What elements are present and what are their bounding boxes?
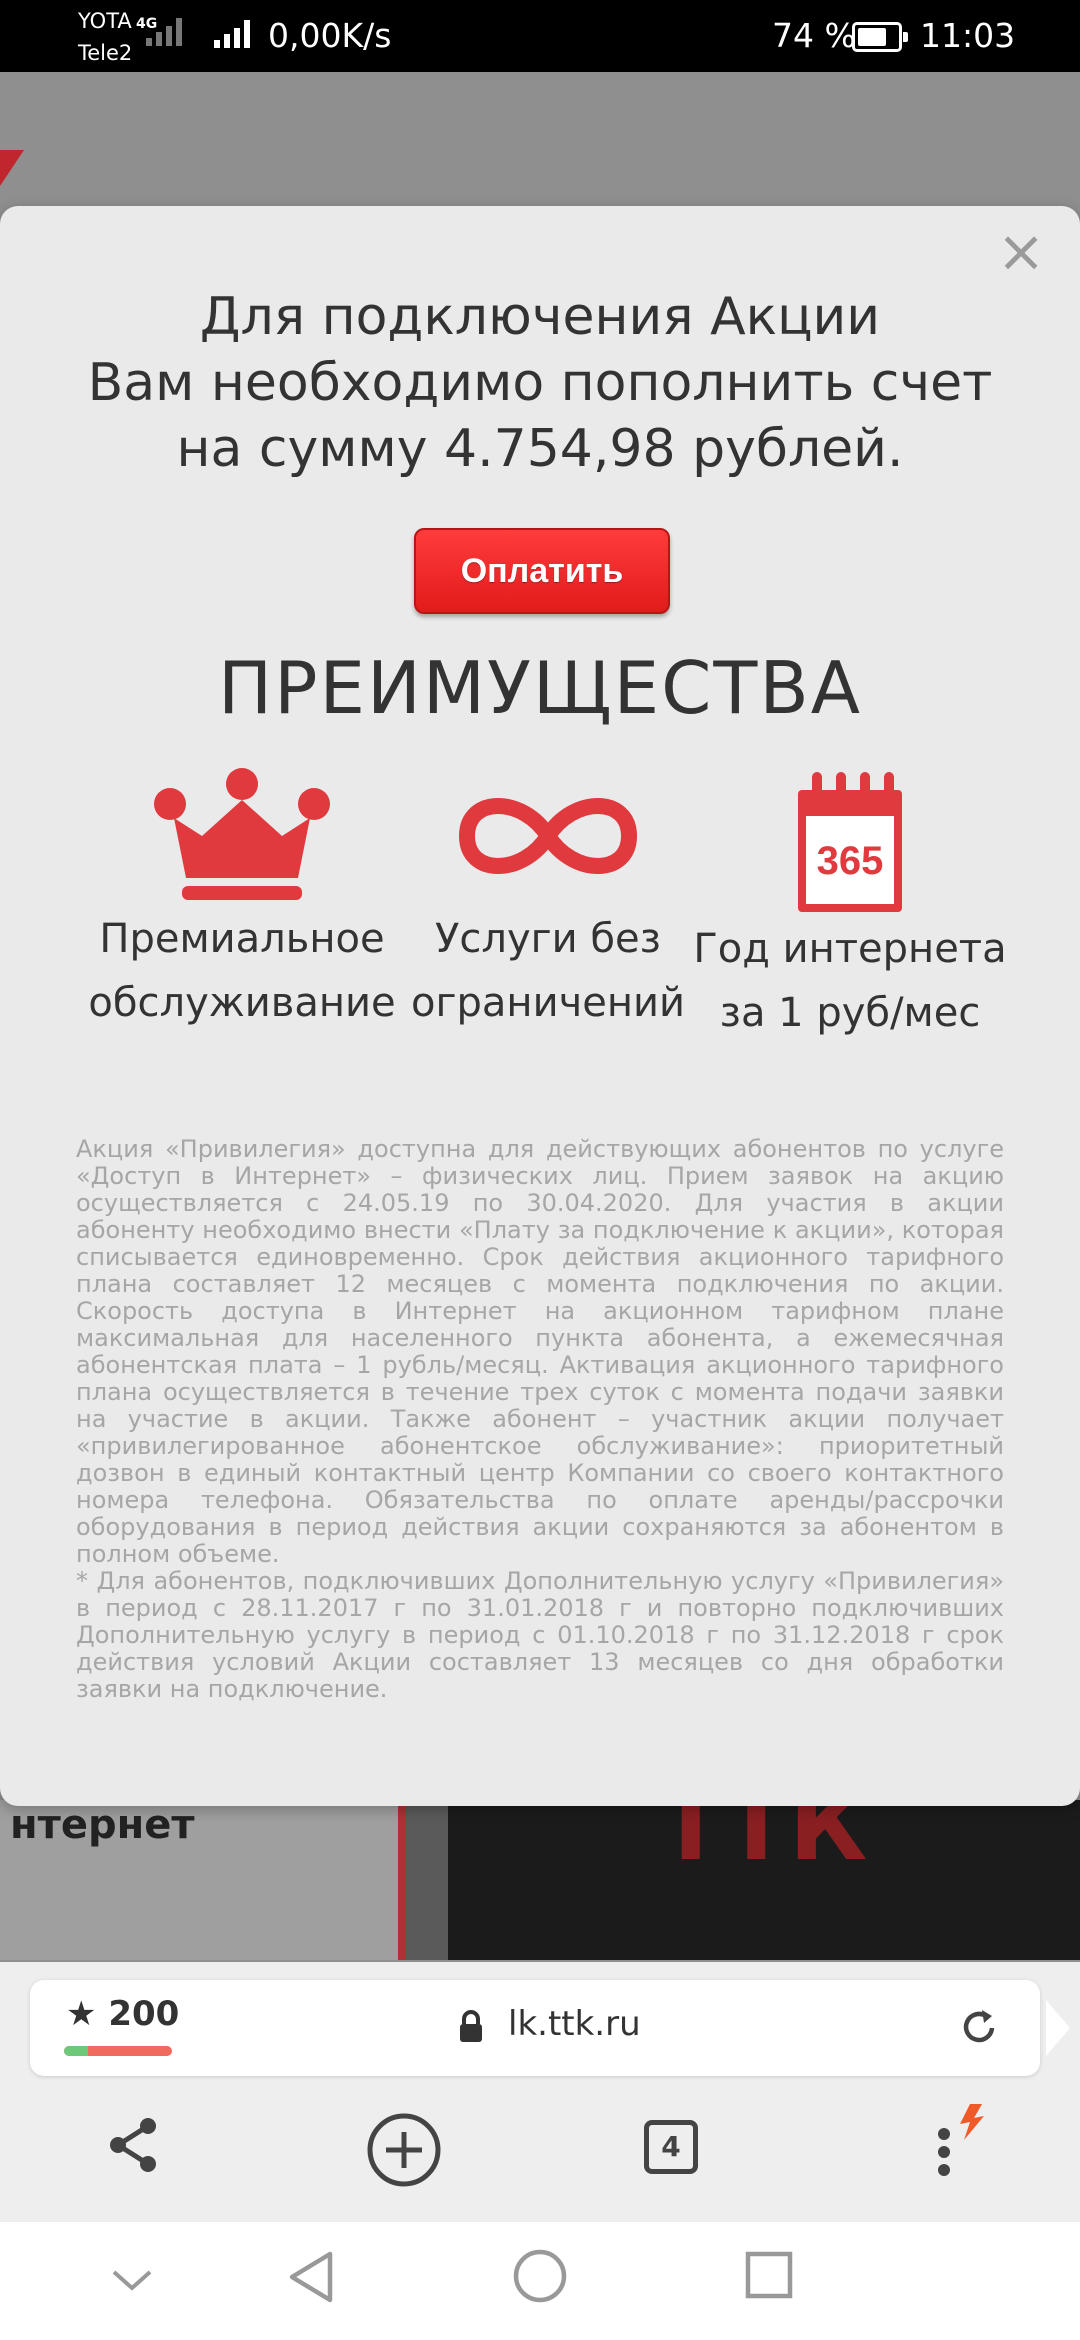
recents-square-icon[interactable] [744, 2250, 794, 2300]
url-text[interactable]: lk.ttk.ru [508, 2004, 641, 2044]
signal-icon-sim2 [214, 20, 250, 48]
bonus-score-value: 200 [108, 1994, 180, 2034]
benefits-title: ПРЕИМУЩЕСТВА [217, 646, 863, 730]
background-decoration [0, 150, 24, 186]
tabs-icon[interactable]: 4 [644, 2120, 698, 2174]
background-divider [398, 1800, 448, 1960]
carrier-tele2: Tele2 [78, 41, 133, 65]
tab-count: 4 [661, 2130, 681, 2163]
headline-line-2: Вам необходимо пополнить счет [87, 353, 993, 413]
background-logo: ТТК [658, 1800, 868, 1882]
feature-premium: Премиальное обслуживание [72, 766, 412, 1036]
carrier-yota: YOTA [78, 9, 132, 33]
carrier-names: YOTA Tele2 [78, 8, 132, 66]
headline-line-3: на сумму 4.754,98 рублей. [176, 419, 904, 479]
browser-toolbar: 4 [0, 2090, 1080, 2220]
feature-premium-line1: Премиальное [99, 916, 385, 962]
close-button[interactable]: × [996, 222, 1046, 280]
close-icon: × [996, 217, 1046, 285]
more-vert-icon[interactable] [930, 2100, 1000, 2180]
bonus-score[interactable]: ★ 200 [66, 1994, 179, 2034]
battery-percent: 74 % [772, 16, 856, 55]
feature-year: 365 Год интернета за 1 руб/мес [680, 766, 1020, 1046]
background-banner: нтернет [0, 1800, 400, 1960]
feature-unlimited-line1: Услуги без [435, 916, 661, 962]
pay-button[interactable]: Оплатить [414, 528, 670, 614]
lock-icon [460, 2010, 482, 2042]
feature-year-line2: за 1 руб/мес [719, 990, 981, 1036]
system-nav-bar [0, 2222, 1080, 2340]
score-progress [64, 2046, 172, 2056]
feature-unlimited-line2: ограничений [411, 980, 685, 1026]
calendar-365-icon: 365 [798, 772, 902, 912]
plus-circle-icon[interactable] [366, 2112, 442, 2188]
home-circle-icon[interactable] [512, 2248, 568, 2304]
fine-print-note: * Для абонентов, подключивших Дополнител… [76, 1567, 1004, 1703]
feature-year-line1: Год интернета [693, 926, 1007, 972]
share-icon[interactable] [106, 2116, 162, 2174]
status-bar: YOTA Tele2 4G 0,00K/s 74 % 11:03 [0, 0, 1080, 72]
feature-unlimited: Услуги без ограничений [378, 766, 718, 1036]
crown-icon [154, 768, 330, 900]
promo-modal: × Для подключения Акции Вам необходимо п… [0, 206, 1080, 1806]
signal-icon-sim1 [146, 18, 182, 46]
chevron-down-icon[interactable] [110, 2266, 154, 2294]
headline-line-1: Для подключения Акции [199, 287, 881, 347]
fine-print: Акция «Привилегия» доступна для действую… [76, 1136, 1004, 1703]
background-logo-panel: ТТК [448, 1800, 1080, 1960]
calendar-icon-number: 365 [817, 839, 884, 883]
background-banner-text: нтернет [10, 1802, 195, 1848]
battery-icon [852, 22, 908, 52]
fine-print-terms: Акция «Привилегия» доступна для действую… [76, 1135, 1004, 1568]
infinity-icon [458, 798, 638, 874]
clock: 11:03 [920, 16, 1016, 55]
modal-headline: Для подключения Акции Вам необходимо поп… [40, 284, 1040, 482]
feature-premium-line2: обслуживание [88, 980, 396, 1026]
reload-icon[interactable] [958, 2006, 1000, 2048]
back-triangle-icon[interactable] [284, 2248, 338, 2306]
network-speed: 0,00K/s [268, 16, 392, 55]
address-bar[interactable]: ★ 200 lk.ttk.ru [30, 1980, 1070, 2076]
